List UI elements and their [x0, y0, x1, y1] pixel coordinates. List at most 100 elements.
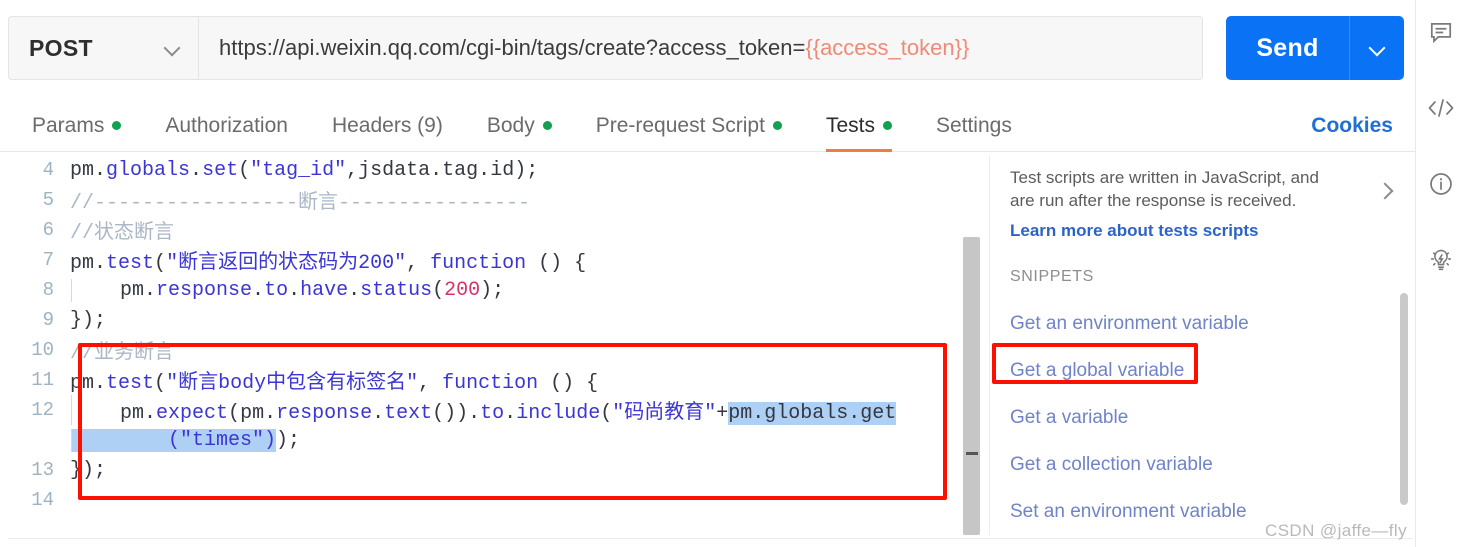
snippet-item-get-an-environment-variable[interactable]: Get an environment variable: [1000, 300, 1415, 347]
code-text: pm.globals.set("tag_id",jsdata.tag.id);: [70, 159, 538, 182]
code-line[interactable]: 11pm.test("断言body中包含有标签名", function () {: [8, 365, 989, 395]
code-token: .: [288, 279, 300, 302]
snippet-item-get-a-global-variable[interactable]: Get a global variable: [1000, 347, 1415, 394]
code-line[interactable]: 9});: [8, 305, 989, 335]
http-method-label: POST: [29, 35, 93, 62]
tab-pre-request-script[interactable]: Pre-request Script: [574, 100, 804, 152]
cookies-link[interactable]: Cookies: [1311, 100, 1393, 152]
code-line[interactable]: ("times"));: [8, 425, 989, 455]
learn-more-link[interactable]: Learn more about tests scripts: [1010, 221, 1371, 241]
tab-body[interactable]: Body: [465, 100, 574, 152]
code-line[interactable]: 4pm.globals.set("tag_id",jsdata.tag.id);: [8, 155, 989, 185]
code-line[interactable]: 13});: [8, 455, 989, 485]
code-line[interactable]: 10//业务断言: [8, 335, 989, 365]
bottom-divider: [8, 538, 1413, 539]
send-options-button[interactable]: [1349, 16, 1404, 80]
line-number: 6: [8, 219, 70, 241]
code-token: .: [372, 402, 384, 425]
request-url-text: https://api.weixin.qq.com/cgi-bin/tags/c…: [219, 35, 969, 61]
info-icon[interactable]: [1427, 170, 1455, 198]
snippets-panel: Test scripts are written in JavaScript, …: [1000, 158, 1415, 543]
code-token: "码尚教育": [612, 402, 716, 425]
snippets-scrollbar-thumb[interactable]: [1400, 293, 1408, 505]
snippets-intro-line-2: are run after the response is received.: [1010, 189, 1371, 212]
code-token: response: [156, 279, 252, 302]
code-text: //业务断言: [70, 335, 174, 365]
code-token: //状态断言: [70, 222, 174, 245]
code-token: (: [228, 402, 240, 425]
snippet-item-get-a-collection-variable[interactable]: Get a collection variable: [1000, 441, 1415, 488]
code-token: .: [504, 402, 516, 425]
code-token: .: [144, 279, 156, 302]
code-token: tag: [442, 159, 478, 182]
code-token: status: [360, 279, 432, 302]
code-line[interactable]: 14: [8, 485, 989, 515]
code-text: });: [70, 459, 106, 482]
snippets-list: Get an environment variable Get a global…: [1000, 300, 1415, 535]
code-text: //-----------------断言----------------: [70, 185, 530, 215]
tab-params[interactable]: Params: [10, 100, 143, 152]
code-line[interactable]: 5//-----------------断言----------------: [8, 185, 989, 215]
tab-tests[interactable]: Tests: [804, 100, 914, 152]
code-token: .: [264, 402, 276, 425]
http-method-selector[interactable]: POST: [8, 16, 198, 80]
code-text: //状态断言: [70, 215, 174, 245]
code-token: function: [430, 252, 526, 275]
code-token: set: [202, 159, 238, 182]
code-token-selected: pm.globals.get: [728, 402, 896, 425]
tests-script-editor[interactable]: 4pm.globals.set("tag_id",jsdata.tag.id);…: [8, 155, 990, 535]
tab-settings[interactable]: Settings: [914, 100, 1034, 152]
code-token: () {: [538, 372, 598, 395]
code-token: );: [276, 429, 300, 452]
code-line[interactable]: 6//状态断言: [8, 215, 989, 245]
code-token: .: [348, 279, 360, 302]
code-token: });: [70, 309, 106, 332]
code-line[interactable]: 12 pm.expect(pm.response.text()).to.incl…: [8, 395, 989, 425]
code-token: test: [106, 372, 154, 395]
code-token: test: [106, 252, 154, 275]
status-dot: [883, 121, 892, 130]
code-token: pm: [240, 402, 264, 425]
code-token: (: [432, 279, 444, 302]
line-number: 10: [8, 339, 70, 361]
code-token: pm: [70, 372, 94, 395]
line-number: 9: [8, 309, 70, 331]
chevron-down-icon: [164, 40, 180, 56]
editor-scrollbar-thumb[interactable]: [963, 237, 980, 535]
snippet-item-get-a-variable[interactable]: Get a variable: [1000, 394, 1415, 441]
comment-icon[interactable]: [1427, 18, 1455, 46]
code-line[interactable]: 7pm.test("断言返回的状态码为200", function () {: [8, 245, 989, 275]
watermark: CSDN @jaffe—fly: [1265, 521, 1407, 541]
code-token: to: [480, 402, 504, 425]
code-line[interactable]: 8 pm.response.to.have.status(200);: [8, 275, 989, 305]
code-text: ("times"));: [71, 429, 300, 452]
request-url-prefix: https://api.weixin.qq.com/cgi-bin/tags/c…: [219, 35, 805, 60]
code-token: (: [154, 372, 166, 395]
code-token: pm: [72, 402, 144, 425]
tab-label: Body: [487, 114, 535, 138]
send-button[interactable]: Send: [1226, 16, 1349, 80]
code-token: ,: [406, 252, 430, 275]
status-dot: [112, 121, 121, 130]
code-token: +: [716, 402, 728, 425]
code-token: );: [514, 159, 538, 182]
tab-authorization[interactable]: Authorization: [143, 100, 310, 152]
code-token: id: [490, 159, 514, 182]
code-token: ,: [346, 159, 358, 182]
code-token: .: [190, 159, 202, 182]
send-button-group[interactable]: Send: [1226, 16, 1404, 80]
chevron-right-icon[interactable]: [1379, 184, 1393, 198]
request-url-input[interactable]: https://api.weixin.qq.com/cgi-bin/tags/c…: [198, 16, 1203, 80]
code-token: () {: [526, 252, 586, 275]
snippets-intro-line-1: Test scripts are written in JavaScript, …: [1010, 166, 1371, 189]
editor-scrollbar-marker: [966, 452, 978, 455]
lightbulb-icon[interactable]: [1427, 246, 1455, 274]
code-icon[interactable]: [1427, 94, 1455, 122]
tab-headers[interactable]: Headers (9): [310, 100, 465, 152]
code-token: "tag_id": [250, 159, 346, 182]
tab-label: Settings: [936, 114, 1012, 138]
code-token: .: [252, 279, 264, 302]
code-token: "断言body中包含有标签名": [166, 372, 418, 395]
tab-label: Authorization: [165, 114, 288, 138]
code-token: include: [516, 402, 600, 425]
